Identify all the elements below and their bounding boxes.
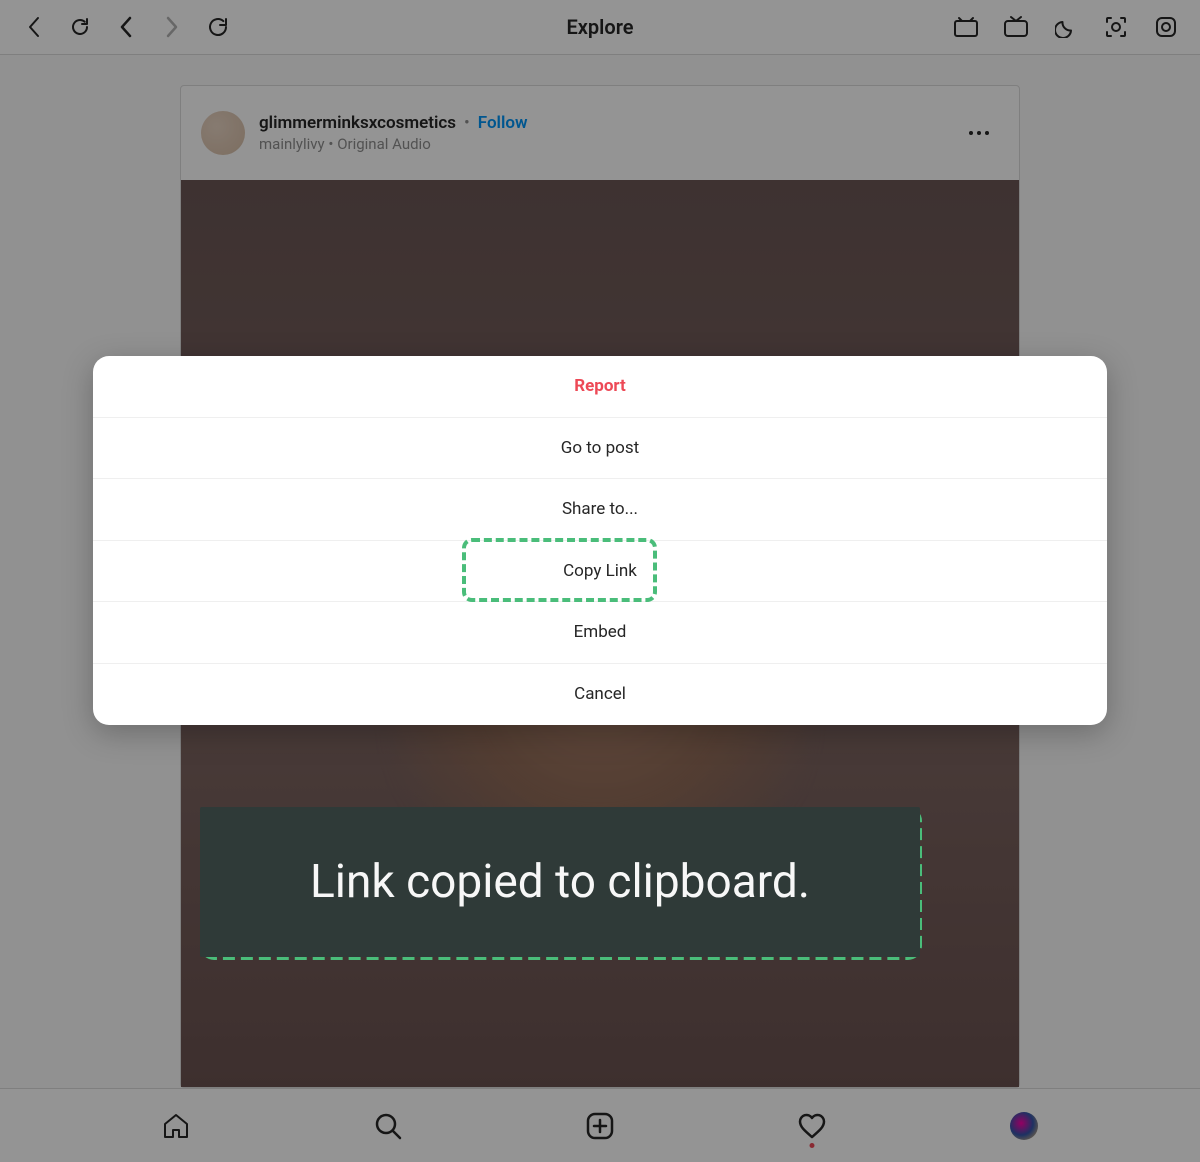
go-to-post-option[interactable]: Go to post	[93, 418, 1107, 480]
copy-link-option[interactable]: Copy Link	[93, 541, 1107, 603]
post-options-sheet: Report Go to post Share to... Copy Link …	[93, 356, 1107, 725]
embed-option[interactable]: Embed	[93, 602, 1107, 664]
toast-notification: Link copied to clipboard.	[200, 807, 920, 957]
toast-message: Link copied to clipboard.	[310, 855, 810, 909]
share-to-option[interactable]: Share to...	[93, 479, 1107, 541]
report-option[interactable]: Report	[93, 356, 1107, 418]
cancel-option[interactable]: Cancel	[93, 664, 1107, 726]
